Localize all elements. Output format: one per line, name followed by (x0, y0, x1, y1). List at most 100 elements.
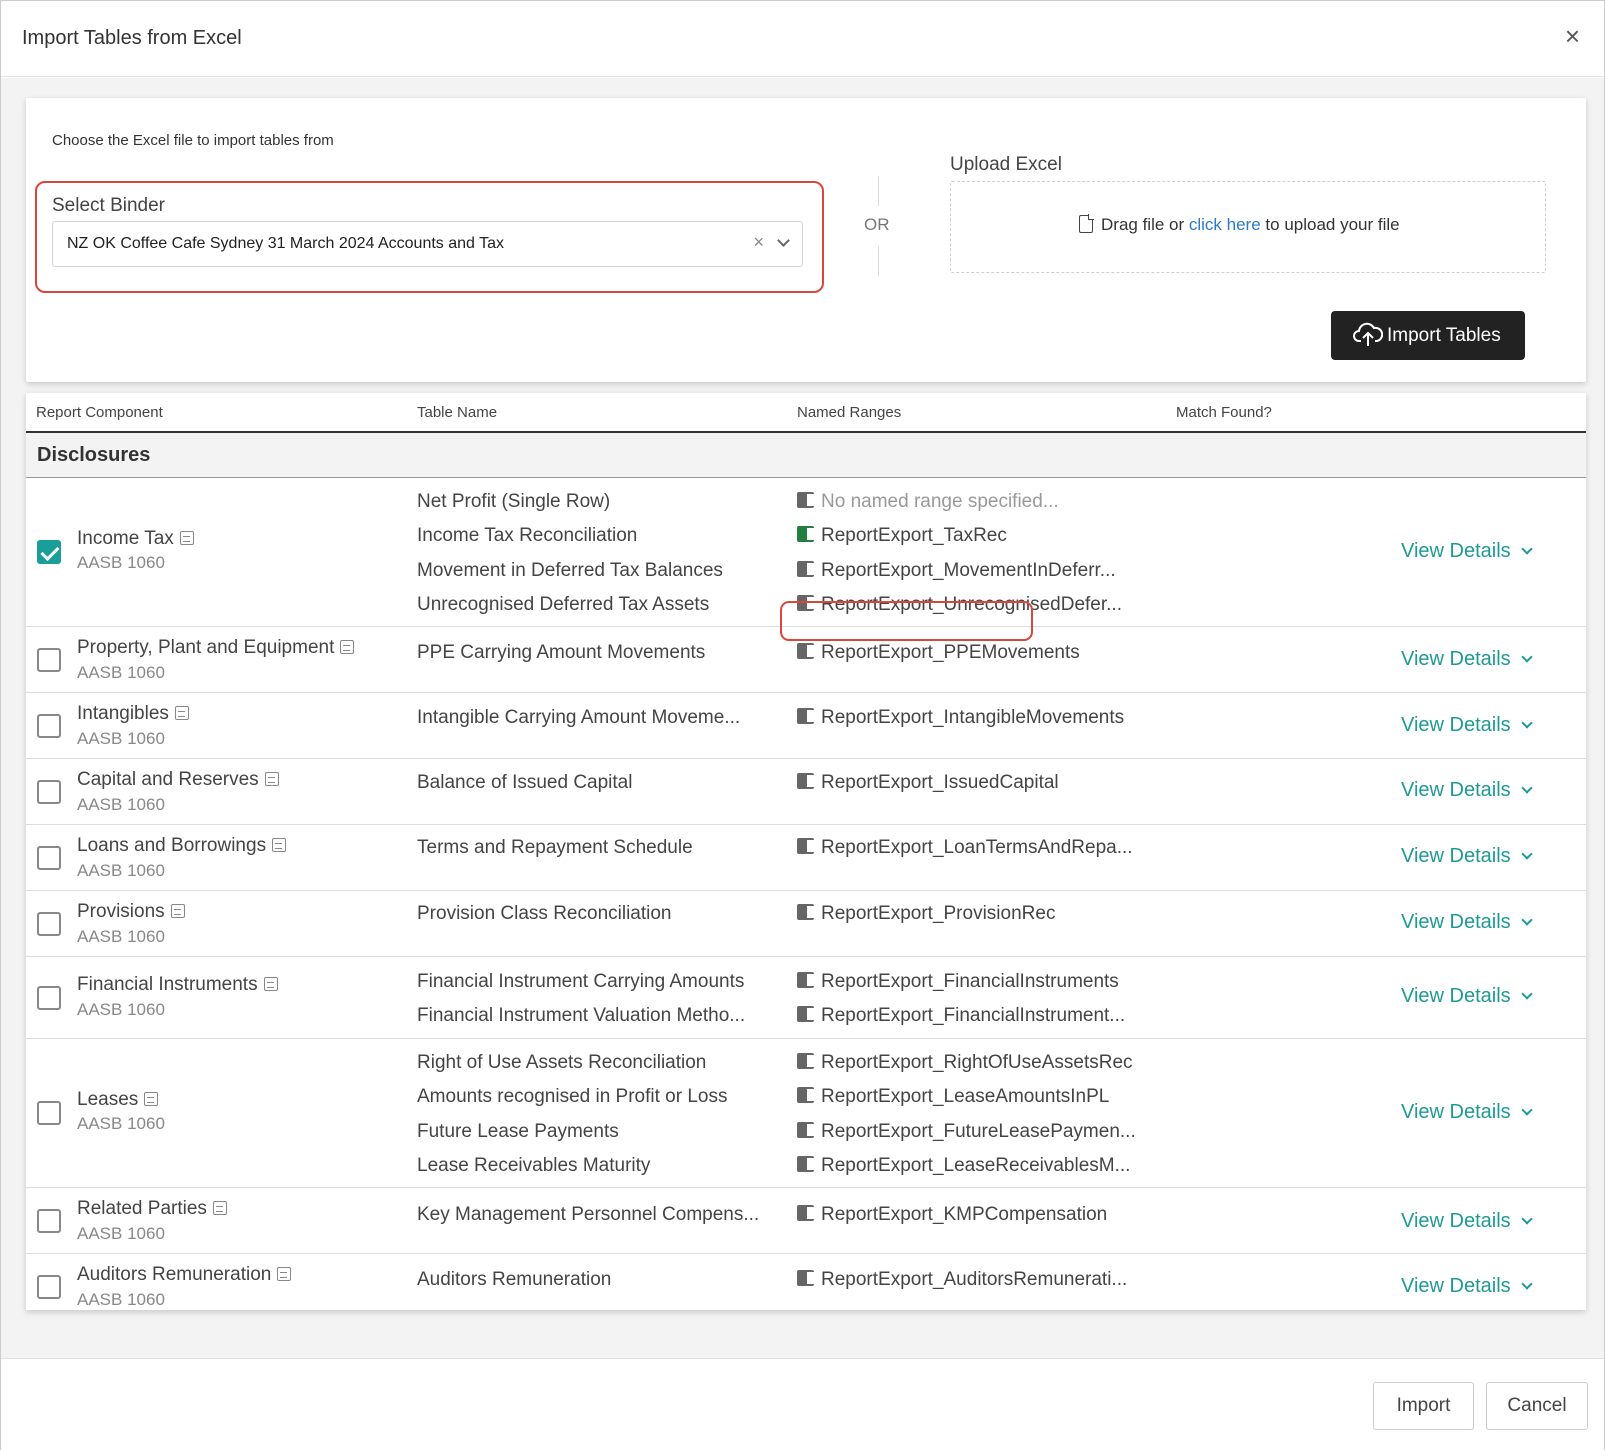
component-standard: AASB 1060 (77, 553, 165, 572)
excel-icon (797, 1156, 814, 1172)
row-checkbox[interactable] (37, 1209, 61, 1233)
component-standard: AASB 1060 (77, 927, 165, 946)
import-button[interactable]: Import (1373, 1382, 1474, 1430)
view-details-label: View Details (1401, 911, 1511, 933)
excel-icon (797, 1205, 814, 1221)
drag-text: Drag file or (1101, 215, 1185, 234)
component-standard: AASB 1060 (77, 1000, 165, 1019)
row-checkbox[interactable] (37, 986, 61, 1010)
view-details-label: View Details (1401, 779, 1511, 801)
component-standard: AASB 1060 (77, 1224, 165, 1243)
excel-icon (797, 492, 814, 508)
cancel-button[interactable]: Cancel (1486, 1382, 1588, 1430)
divider (878, 176, 879, 206)
component-name-text: Related Parties (77, 1198, 207, 1219)
view-details-link[interactable]: View Details (1401, 1210, 1533, 1233)
row-checkbox[interactable] (37, 1275, 61, 1299)
component-name: Property, Plant and Equipment (77, 637, 355, 659)
row-checkbox[interactable] (37, 1101, 61, 1125)
excel-icon (797, 643, 814, 659)
table-name: Unrecognised Deferred Tax Assets (417, 594, 710, 615)
document-icon (263, 977, 278, 991)
file-icon (1079, 214, 1094, 233)
named-range-text: ReportExport_IntangibleMovements (821, 707, 1125, 728)
component-name-text: Leases (77, 1089, 139, 1110)
named-range-text: ReportExport_TaxRec (821, 525, 1007, 546)
view-details-link[interactable]: View Details (1401, 714, 1533, 737)
table-name: Future Lease Payments (417, 1121, 619, 1142)
component-name: Provisions (77, 901, 185, 923)
table-row: Auditors Remuneration AASB 1060 Auditors… (26, 1255, 1586, 1310)
divider (878, 246, 879, 276)
header-named-ranges: Named Ranges (797, 404, 902, 421)
named-range: No named range specified... (797, 491, 1059, 513)
named-range-text: ReportExport_LeaseAmountsInPL (821, 1086, 1110, 1107)
view-details-link[interactable]: View Details (1401, 540, 1533, 563)
named-range-text: ReportExport_ProvisionRec (821, 903, 1056, 924)
component-standard: AASB 1060 (77, 729, 165, 748)
excel-icon (797, 1122, 814, 1138)
component-name-text: Financial Instruments (77, 974, 258, 995)
excel-icon (797, 1270, 814, 1286)
component-name: Leases (77, 1089, 159, 1111)
named-range-text: ReportExport_LoanTermsAndRepa... (821, 837, 1133, 858)
named-range: ReportExport_LoanTermsAndRepa... (797, 837, 1133, 859)
import-tables-dialog: Import Tables from Excel × Choose the Ex… (0, 0, 1605, 1451)
table-row: Provisions AASB 1060 Provision Class Rec… (26, 892, 1586, 957)
binder-select-value: NZ OK Coffee Cafe Sydney 31 March 2024 A… (67, 235, 504, 252)
excel-icon (797, 561, 814, 577)
chevron-down-icon (1521, 717, 1533, 729)
clear-icon[interactable]: × (753, 232, 764, 253)
excel-icon (797, 526, 814, 542)
named-range-text: ReportExport_FutureLeasePaymen... (821, 1121, 1136, 1142)
table-header: Report Component Table Name Named Ranges… (26, 393, 1586, 433)
view-details-link[interactable]: View Details (1401, 985, 1533, 1008)
file-dropzone[interactable]: Drag file or click here to upload your f… (950, 181, 1546, 273)
component-standard: AASB 1060 (77, 1290, 165, 1309)
named-range-text: ReportExport_FinancialInstruments (821, 971, 1119, 992)
tables-table: Report Component Table Name Named Ranges… (26, 393, 1586, 1310)
table-name: Auditors Remuneration (417, 1269, 612, 1290)
view-details-link[interactable]: View Details (1401, 1101, 1533, 1124)
view-details-link[interactable]: View Details (1401, 845, 1533, 868)
import-tables-button[interactable]: Import Tables (1331, 311, 1525, 360)
click-here-link[interactable]: click here (1189, 215, 1261, 234)
component-name-text: Intangibles (77, 703, 169, 724)
named-range-text: ReportExport_MovementInDeferr... (821, 560, 1116, 581)
table-name: Right of Use Assets Reconciliation (417, 1052, 707, 1073)
named-range: ReportExport_IntangibleMovements (797, 707, 1124, 729)
row-checkbox[interactable] (37, 714, 61, 738)
view-details-link[interactable]: View Details (1401, 1275, 1533, 1298)
binder-select[interactable]: NZ OK Coffee Cafe Sydney 31 March 2024 A… (52, 221, 803, 267)
table-name: Net Profit (Single Row) (417, 491, 611, 512)
close-icon[interactable]: × (1565, 23, 1580, 49)
named-range-text: ReportExport_FinancialInstrument... (821, 1005, 1126, 1026)
named-range-text: No named range specified... (821, 491, 1059, 512)
chevron-down-icon (1521, 543, 1533, 555)
excel-icon (797, 708, 814, 724)
view-details-label: View Details (1401, 1210, 1511, 1232)
row-checkbox[interactable] (37, 648, 61, 672)
header-report-component: Report Component (36, 404, 163, 421)
row-checkbox[interactable] (37, 780, 61, 804)
view-details-link[interactable]: View Details (1401, 648, 1533, 671)
named-range: ReportExport_PPEMovements (797, 642, 1080, 664)
row-checkbox[interactable] (37, 912, 61, 936)
cloud-upload-icon (1353, 322, 1383, 346)
chevron-down-icon (1521, 848, 1533, 860)
row-checkbox[interactable] (37, 846, 61, 870)
select-binder-label: Select Binder (52, 195, 166, 216)
row-checkbox[interactable] (37, 540, 61, 564)
dialog-title: Import Tables from Excel (22, 27, 242, 49)
component-standard: AASB 1060 (77, 795, 165, 814)
view-details-link[interactable]: View Details (1401, 911, 1533, 934)
table-row: Loans and Borrowings AASB 1060 Terms and… (26, 826, 1586, 891)
component-name: Auditors Remuneration (77, 1264, 292, 1286)
chevron-down-icon[interactable] (777, 234, 790, 247)
excel-icon (797, 1087, 814, 1103)
document-icon (277, 1267, 292, 1281)
component-name-text: Income Tax (77, 528, 174, 549)
excel-icon (797, 904, 814, 920)
component-name: Loans and Borrowings (77, 835, 287, 857)
view-details-link[interactable]: View Details (1401, 779, 1533, 802)
